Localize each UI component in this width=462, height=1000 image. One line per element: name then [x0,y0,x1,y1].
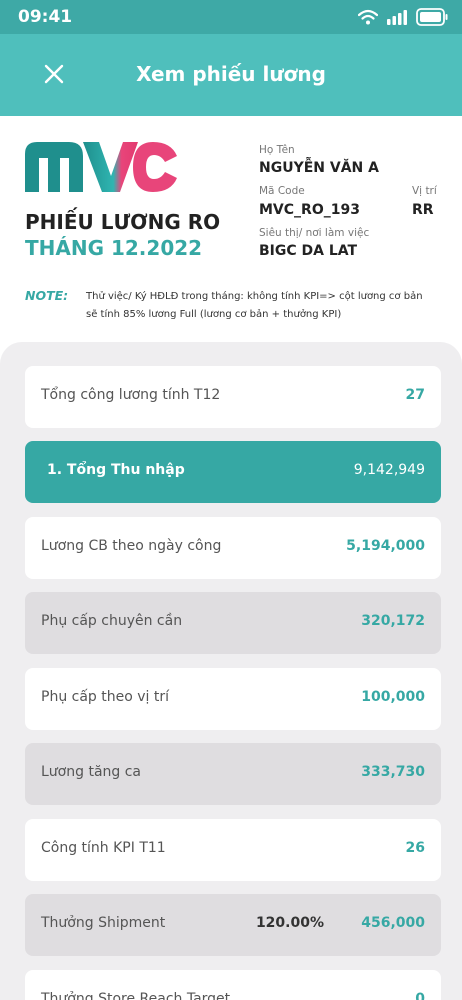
row-label: Lương CB theo ngày công [41,538,222,554]
payslip-title: PHIẾU LƯƠNG RO [25,210,221,234]
row-label: Phụ cấp theo vị trí [41,689,170,705]
row-label: Tổng công lương tính T12 [41,387,221,403]
row-value: 333,730 [361,764,425,780]
page-title: Xem phiếu lương [136,62,326,86]
employee-code: MVC_RO_193 [259,202,360,218]
row-value: 5,194,000 [346,538,425,554]
payslip-info: PHIẾU LƯƠNG RO THÁNG 12.2022 Họ Tên NGUY… [0,116,462,350]
row-store-reach-bonus[interactable]: Thưởng Store Reach Target 0 [25,970,441,1000]
position-label: Vị trí [412,185,437,197]
row-total-workdays[interactable]: Tổng công lương tính T12 27 [25,366,441,428]
row-label: Công tính KPI T11 [41,840,166,856]
status-bar: 09:41 [0,0,462,34]
row-value: 27 [405,387,425,403]
row-value: 26 [405,840,425,856]
row-base-salary[interactable]: Lương CB theo ngày công 5,194,000 [25,517,441,579]
note-line-1: Thử việc/ Ký HĐLĐ trong tháng: không tín… [86,291,423,302]
row-label: 1. Tổng Thu nhập [47,462,185,478]
code-label: Mã Code [259,185,305,197]
row-shipment-bonus[interactable]: Thưởng Shipment 120.00% 456,000 [25,894,441,956]
mvc-logo [25,142,177,192]
row-label: Phụ cấp chuyên cần [41,613,183,629]
employee-name: NGUYỄN VĂN A [259,160,379,176]
employee-workplace: BIGC DA LAT [259,243,358,259]
row-value: 0 [415,991,425,1000]
status-time: 09:41 [18,7,73,27]
workplace-label: Siêu thị/ nơi làm việc [259,227,370,239]
payslip-month: THÁNG 12.2022 [25,236,203,260]
row-value: 9,142,949 [353,462,425,478]
row-percentage: 120.00% [255,915,324,931]
row-value: 456,000 [361,915,425,931]
row-kpi-workdays[interactable]: Công tính KPI T11 26 [25,819,441,881]
row-label: Thưởng Shipment [41,915,166,931]
row-label: Lương tăng ca [41,764,142,780]
row-position-allowance[interactable]: Phụ cấp theo vị trí 100,000 [25,668,441,730]
row-total-income[interactable]: 1. Tổng Thu nhập 9,142,949 [25,441,441,503]
wifi-icon [358,9,378,25]
employee-position: RR [412,202,434,218]
status-icons [358,8,448,26]
row-value: 320,172 [361,613,425,629]
note-label: NOTE: [25,288,69,303]
note-text: Thử việc/ Ký HĐLĐ trong tháng: không tín… [86,288,451,324]
signal-icon [387,10,407,25]
row-attendance-allowance[interactable]: Phụ cấp chuyên cần 320,172 [25,592,441,654]
name-label: Họ Tên [259,144,295,156]
note-line-2: sẽ tính 85% lương Full (lương cơ bản + t… [86,309,342,320]
battery-icon [416,8,448,26]
row-overtime-pay[interactable]: Lương tăng ca 333,730 [25,743,441,805]
row-value: 100,000 [361,689,425,705]
app-header: Xem phiếu lương [0,34,462,116]
row-label: Thưởng Store Reach Target [41,991,231,1000]
